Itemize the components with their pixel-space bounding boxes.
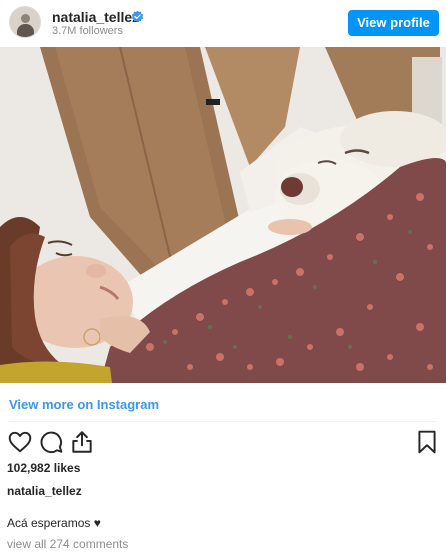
view-profile-button[interactable]: View profile	[348, 10, 439, 36]
view-more-link[interactable]: View more on Instagram	[9, 397, 159, 412]
caption-username[interactable]: natalia_tellez	[7, 484, 82, 498]
post-image[interactable]	[0, 47, 446, 383]
follower-count: 3.7M followers	[52, 25, 123, 37]
bookmark-icon[interactable]	[414, 429, 440, 455]
avatar[interactable]	[9, 6, 41, 38]
comment-icon[interactable]	[38, 429, 64, 455]
verified-badge-icon	[131, 10, 144, 23]
profile-username[interactable]: natalia_tellez	[52, 9, 139, 25]
share-icon[interactable]	[69, 429, 95, 455]
view-comments-link[interactable]: view all 274 comments	[7, 537, 128, 551]
caption-text: Acá esperamos ♥	[7, 516, 101, 530]
post-header: natalia_tellez 3.7M followers View profi…	[0, 0, 446, 46]
heart-icon[interactable]	[7, 429, 33, 455]
divider	[9, 421, 437, 422]
post-photo	[0, 47, 446, 383]
like-count[interactable]: 102,982 likes	[7, 461, 80, 475]
